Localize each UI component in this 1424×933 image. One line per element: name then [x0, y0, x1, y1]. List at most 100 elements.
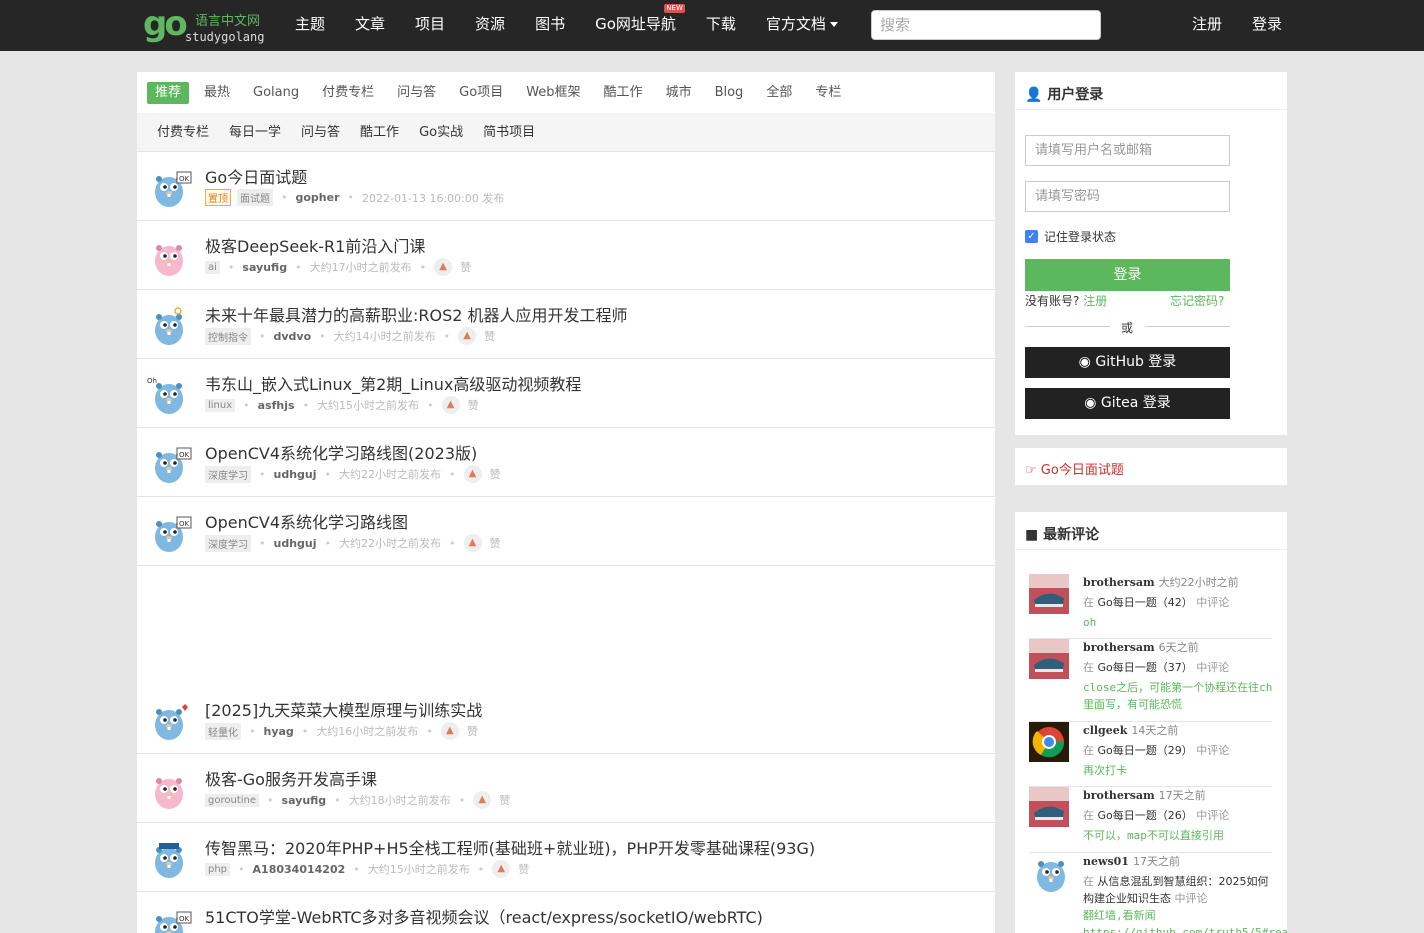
site-logo[interactable]: go 语言中文网 studygolang	[143, 4, 273, 48]
comment-topic-link[interactable]: Go每日一题（29）	[1098, 744, 1193, 757]
tab-web-frameworks[interactable]: Web框架	[518, 82, 588, 104]
login-button[interactable]: 登录	[1025, 259, 1230, 291]
subtab-jobs[interactable]: 酷工作	[352, 122, 407, 144]
remember-me[interactable]: ✓ 记住登录状态	[1025, 228, 1116, 245]
topic-author[interactable]: A18034014202	[253, 863, 346, 876]
subtab-paid-column[interactable]: 付费专栏	[149, 122, 217, 144]
tab-go-projects[interactable]: Go项目	[451, 82, 511, 104]
comment-body[interactable]: 不可以，map不可以直接引用	[1083, 827, 1273, 844]
register-link[interactable]: 注册	[1192, 0, 1222, 51]
tab-jobs[interactable]: 酷工作	[596, 82, 651, 104]
comment-user[interactable]: brothersam	[1083, 576, 1155, 589]
search-input[interactable]	[871, 10, 1101, 40]
tab-city[interactable]: 城市	[658, 82, 700, 104]
topic-author[interactable]: sayufig	[282, 794, 327, 807]
topic-author[interactable]: gopher	[296, 191, 340, 204]
like-label[interactable]: 赞	[468, 397, 479, 413]
topic-author[interactable]: asfhjs	[258, 399, 295, 412]
topic-title[interactable]: Go今日面试题	[205, 164, 307, 188]
gopher-avatar-icon[interactable]	[147, 306, 193, 346]
topic-author[interactable]: sayufig	[242, 261, 287, 274]
user-avatar[interactable]	[1029, 574, 1069, 614]
topic-tag[interactable]: php	[205, 862, 231, 876]
comment-body[interactable]: close之后，可能第一个协程还在往ch里面写，有可能恐慌	[1083, 679, 1273, 713]
user-avatar[interactable]	[1029, 722, 1069, 762]
nav-docs-dropdown[interactable]: 官方文档	[751, 0, 853, 51]
topic-title[interactable]: OpenCV4系统化学习路线图(2023版)	[205, 440, 477, 464]
comment-user[interactable]: news01	[1083, 855, 1129, 868]
gopher-avatar-icon[interactable]: OK	[147, 513, 193, 553]
thumbs-up-icon[interactable]: ▲	[458, 327, 477, 345]
topic-tag[interactable]: linux	[205, 398, 236, 412]
nav-books[interactable]: 图书	[520, 0, 580, 51]
topic-title[interactable]: 极客DeepSeek-R1前沿入门课	[205, 233, 425, 257]
user-avatar[interactable]	[1029, 787, 1069, 827]
gopher-avatar-icon[interactable]	[147, 701, 193, 741]
thumbs-up-icon[interactable]: ▲	[492, 860, 511, 878]
nav-articles[interactable]: 文章	[340, 0, 400, 51]
topic-tag[interactable]: 面试题	[237, 189, 273, 206]
tab-hot[interactable]: 最热	[196, 82, 238, 104]
nav-topics[interactable]: 主题	[280, 0, 340, 51]
like-label[interactable]: 赞	[484, 328, 495, 344]
nav-download[interactable]: 下载	[691, 0, 751, 51]
subtab-daily[interactable]: 每日一学	[221, 122, 289, 144]
tab-qa[interactable]: 问与答	[389, 82, 444, 104]
tab-all[interactable]: 全部	[758, 82, 800, 104]
thumbs-up-icon[interactable]: ▲	[441, 396, 460, 414]
tab-golang[interactable]: Golang	[245, 82, 307, 104]
nav-resources[interactable]: 资源	[460, 0, 520, 51]
topic-title[interactable]: 传智黑马：2020年PHP+H5全栈工程师(基础班+就业班)，PHP开发零基础课…	[205, 835, 815, 859]
tab-blog[interactable]: Blog	[707, 82, 752, 104]
topic-tag[interactable]: 深度学习	[205, 465, 251, 483]
topic-tag[interactable]: 深度学习	[205, 534, 251, 552]
forgot-password-link[interactable]: 忘记密码?	[1170, 292, 1224, 309]
topic-tag[interactable]: 轻量化	[205, 722, 241, 740]
topic-tag[interactable]: goroutine	[205, 793, 260, 807]
interview-link[interactable]: ☞ Go今日面试题	[1015, 448, 1287, 478]
gopher-avatar-icon[interactable]: Oh	[147, 375, 193, 415]
gopher-avatar-icon[interactable]	[147, 770, 193, 810]
comment-topic-link[interactable]: Go每日一题（26）	[1098, 809, 1193, 822]
nav-go-links[interactable]: Go网址导航 NEW	[580, 0, 691, 51]
topic-tag[interactable]: ai	[205, 260, 220, 274]
topic-title[interactable]: 未来十年最具潜力的高薪职业:ROS2 机器人应用开发工程师	[205, 302, 628, 326]
topic-author[interactable]: udhguj	[274, 468, 317, 481]
login-link[interactable]: 登录	[1252, 0, 1282, 51]
topic-author[interactable]: udhguj	[274, 537, 317, 550]
thumbs-up-icon[interactable]: ▲	[440, 722, 459, 740]
tab-paid-column[interactable]: 付费专栏	[314, 82, 382, 104]
gopher-avatar-icon[interactable]: OK	[147, 908, 193, 933]
gopher-avatar-icon[interactable]: OK	[147, 168, 193, 208]
like-label[interactable]: 赞	[467, 723, 478, 739]
like-label[interactable]: 赞	[499, 792, 510, 808]
thumbs-up-icon[interactable]: ▲	[434, 258, 453, 276]
topic-title[interactable]: 极客-Go服务开发高手课	[205, 766, 377, 790]
subtab-qa[interactable]: 问与答	[293, 122, 348, 144]
comment-user[interactable]: brothersam	[1083, 789, 1155, 802]
checkbox-checked-icon[interactable]: ✓	[1025, 230, 1038, 243]
comment-topic-link[interactable]: Go每日一题（37）	[1098, 661, 1193, 674]
nav-projects[interactable]: 项目	[400, 0, 460, 51]
gopher-avatar-icon[interactable]	[147, 839, 193, 879]
gitea-login-button[interactable]: ◉ Gitea 登录	[1025, 388, 1230, 419]
subtab-jianshu[interactable]: 简书项目	[475, 122, 543, 144]
gopher-avatar-icon[interactable]	[147, 237, 193, 277]
like-label[interactable]: 赞	[490, 535, 501, 551]
user-avatar[interactable]	[1029, 639, 1069, 679]
github-login-button[interactable]: ◉ GitHub 登录	[1025, 347, 1230, 378]
comment-body[interactable]: 再次打卡	[1083, 762, 1273, 779]
topic-title[interactable]: 韦东山_嵌入式Linux_第2期_Linux高级驱动视频教程	[205, 371, 581, 395]
comment-user[interactable]: cllgeek	[1083, 724, 1127, 737]
tab-recommended[interactable]: 推荐	[147, 82, 190, 104]
like-label[interactable]: 赞	[490, 466, 501, 482]
user-avatar[interactable]	[1029, 853, 1069, 893]
topic-author[interactable]: dvdvo	[274, 330, 312, 343]
like-label[interactable]: 赞	[518, 861, 529, 877]
thumbs-up-icon[interactable]: ▲	[463, 465, 482, 483]
thumbs-up-icon[interactable]: ▲	[463, 534, 482, 552]
comment-user[interactable]: brothersam	[1083, 641, 1155, 654]
thumbs-up-icon[interactable]: ▲	[473, 791, 492, 809]
comment-body[interactable]: oh	[1083, 614, 1273, 631]
topic-title[interactable]: [2025]九天菜菜大模型原理与训练实战	[205, 697, 482, 721]
